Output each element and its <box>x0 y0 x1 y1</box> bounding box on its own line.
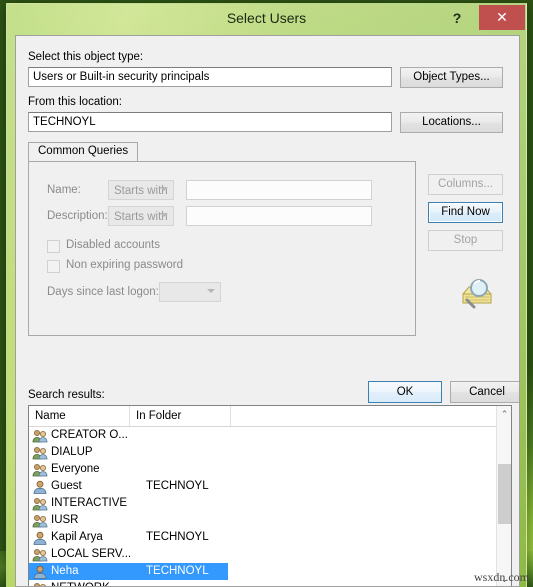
common-queries-panel: Name: Starts with Description: Starts wi… <box>28 161 416 336</box>
user-icon <box>32 565 48 579</box>
object-type-label: Select this object type: <box>28 51 144 63</box>
screen: Select Users ? ✕ Select this object type… <box>0 0 533 587</box>
help-button[interactable]: ? <box>446 8 468 29</box>
row-name: Neha <box>51 565 79 577</box>
disabled-accounts-checkbox[interactable] <box>47 240 60 253</box>
table-row[interactable]: Everyone <box>29 461 496 478</box>
table-row[interactable]: Neha TECHNOYL <box>29 563 228 580</box>
find-now-button[interactable]: Find Now <box>428 202 503 223</box>
column-header-name[interactable]: Name <box>29 406 130 426</box>
group-icon <box>32 548 48 562</box>
list-rows: CREATOR O... DIALUP Everyone Guest TECHNOYL I… <box>29 427 496 586</box>
non-expiring-password-checkbox[interactable] <box>47 260 60 273</box>
row-name: INTERACTIVE <box>51 497 128 509</box>
table-row[interactable]: Kapil Arya TECHNOYL <box>29 529 496 546</box>
from-location-input[interactable]: TECHNOYL <box>28 112 392 132</box>
group-icon <box>32 582 48 586</box>
chevron-down-icon <box>160 187 168 191</box>
user-icon <box>32 480 48 494</box>
object-type-input[interactable]: Users or Built-in security principals <box>28 67 392 87</box>
group-icon <box>32 463 48 477</box>
object-types-button[interactable]: Object Types... <box>400 67 503 88</box>
column-header-extra[interactable] <box>231 406 498 426</box>
group-icon <box>32 446 48 460</box>
row-name: Everyone <box>51 463 100 475</box>
row-name: Kapil Arya <box>51 531 103 543</box>
from-location-label: From this location: <box>28 96 122 108</box>
description-label: Description: <box>47 210 108 222</box>
days-since-logon-select[interactable] <box>159 282 221 302</box>
dialog-client-area: Select this object type: Users or Built-… <box>15 35 520 587</box>
table-row[interactable]: INTERACTIVE <box>29 495 496 512</box>
table-row[interactable]: IUSR <box>29 512 496 529</box>
list-vertical-scrollbar[interactable]: ⌃ ⌄ <box>496 406 511 586</box>
magnifier-folder-icon <box>459 276 497 310</box>
cancel-button[interactable]: Cancel <box>450 381 519 403</box>
ok-button[interactable]: OK <box>368 381 442 403</box>
row-name: LOCAL SERV... <box>51 548 132 560</box>
scroll-up-arrow-icon[interactable]: ⌃ <box>497 406 511 422</box>
search-results-label: Search results: <box>28 389 105 401</box>
column-header-in-folder[interactable]: In Folder <box>130 406 231 426</box>
close-button[interactable]: ✕ <box>479 5 525 30</box>
chevron-down-icon <box>207 289 215 293</box>
description-input[interactable] <box>186 206 372 226</box>
watermark: wsxdn.com <box>474 570 529 584</box>
select-users-dialog: Select Users ? ✕ Select this object type… <box>6 3 527 587</box>
row-name: NETWORK <box>51 580 110 586</box>
table-row[interactable]: NETWORK <box>29 580 496 586</box>
query-tabstrip: Common Queries <box>28 142 424 162</box>
chevron-down-icon <box>160 213 168 217</box>
group-icon <box>32 514 48 528</box>
stop-button[interactable]: Stop <box>428 230 503 251</box>
table-row[interactable]: Guest TECHNOYL <box>29 478 496 495</box>
days-since-logon-label: Days since last logon: <box>47 286 159 298</box>
non-expiring-password-label: Non expiring password <box>66 259 183 271</box>
row-name: CREATOR O... <box>51 429 128 441</box>
search-results-list[interactable]: Name In Folder CREATOR O... DIALUP Everyon… <box>28 405 512 586</box>
disabled-accounts-label: Disabled accounts <box>66 239 160 251</box>
description-operator-select[interactable]: Starts with <box>108 206 174 226</box>
columns-button[interactable]: Columns... <box>428 174 503 195</box>
name-operator-select[interactable]: Starts with <box>108 180 174 200</box>
name-label: Name: <box>47 184 81 196</box>
row-in-folder: TECHNOYL <box>146 531 209 543</box>
scrollbar-thumb[interactable] <box>498 464 511 524</box>
row-in-folder: TECHNOYL <box>146 565 209 577</box>
table-row[interactable]: LOCAL SERV... <box>29 546 496 563</box>
group-icon <box>32 429 48 443</box>
row-name: Guest <box>51 480 82 492</box>
locations-button[interactable]: Locations... <box>400 112 503 133</box>
tab-common-queries[interactable]: Common Queries <box>28 142 139 162</box>
title-bar[interactable]: Select Users ? ✕ <box>7 4 526 33</box>
list-column-headers: Name In Folder <box>29 406 511 427</box>
table-row[interactable]: CREATOR O... <box>29 427 496 444</box>
group-icon <box>32 497 48 511</box>
user-icon <box>32 531 48 545</box>
row-name: IUSR <box>51 514 79 526</box>
row-in-folder: TECHNOYL <box>146 480 209 492</box>
name-input[interactable] <box>186 180 372 200</box>
row-name: DIALUP <box>51 446 93 458</box>
table-row[interactable]: DIALUP <box>29 444 496 461</box>
